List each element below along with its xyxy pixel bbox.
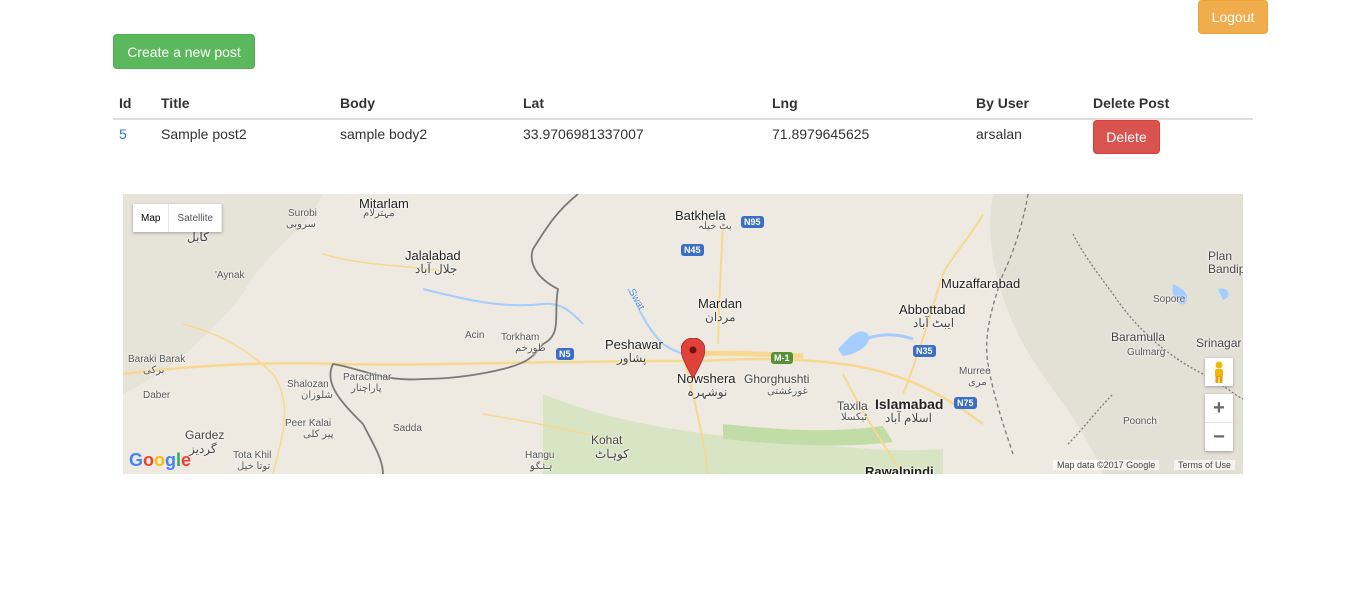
map-label-hangu-ur: ہنگو: [529, 461, 553, 472]
map-label-murree: Murree: [959, 366, 991, 377]
create-post-button[interactable]: Create a new post: [113, 34, 255, 69]
map-label-taxila: Taxila: [837, 399, 868, 413]
column-header-id: Id: [113, 88, 155, 120]
column-header-body: Body: [334, 88, 517, 120]
map-label-jalalabad-ur: جلال آباد: [415, 262, 458, 276]
map-label-gardez-ur: گردیز: [189, 442, 217, 456]
logout-button[interactable]: Logout: [1198, 0, 1268, 34]
post-delete-cell: Delete: [1087, 119, 1253, 160]
map-label-abbottabad-ur: ایبٹ آباد: [913, 316, 955, 330]
map-label-ghorghushti: Ghorghushti: [744, 372, 810, 386]
map-type-map-button[interactable]: Map: [133, 204, 170, 232]
map-label-peer-kalai-ur: پیر کلی: [303, 429, 334, 440]
post-user: arsalan: [976, 126, 1022, 142]
delete-button[interactable]: Delete: [1093, 120, 1160, 154]
map-label-baraki-barak: Baraki Barak: [128, 354, 186, 365]
road-shield-m1: M-1: [771, 352, 793, 364]
map-label-abbottabad: Abbottabad: [899, 302, 966, 317]
map-view[interactable]: Mitarlam مہترلام Batkhela بٹ خیلہ Surobi…: [123, 194, 1243, 474]
map-label-aynak: 'Aynak: [215, 270, 245, 281]
post-lat: 33.9706981337007: [523, 126, 644, 142]
map-label-plan-bandipora: Plan Bandipora: [1208, 249, 1243, 276]
map-label-ghorghushti-ur: غورغشتی: [767, 386, 808, 397]
post-id-link[interactable]: 5: [113, 119, 155, 160]
post-body: sample body2: [340, 126, 428, 142]
map-type-control: Map Satellite: [133, 204, 223, 232]
road-shield-n95: N95: [741, 216, 764, 228]
map-label-gulmarg: Gulmarg: [1127, 347, 1166, 358]
map-type-satellite-button[interactable]: Satellite: [169, 204, 223, 232]
map-label-tota-khil-ur: توتا خیل: [237, 461, 271, 472]
map-label-poonch: Poonch: [1123, 416, 1157, 427]
map-label-mitarlam-ur: مہترلام: [363, 208, 395, 219]
map-label-mardan: Mardan: [698, 296, 743, 311]
map-label-mardan-ur: مردان: [705, 310, 736, 324]
table-row: 5 Sample post2 sample body2 33.970698133…: [113, 119, 1253, 160]
map-label-shalozan-ur: شلوزان: [301, 390, 333, 401]
map-label-peer-kalai: Peer Kalai: [285, 418, 332, 429]
zoom-in-button[interactable]: +: [1205, 394, 1233, 422]
map-label-surobi-ur: سروبی: [286, 219, 316, 230]
map-base-layer: [123, 194, 1243, 474]
map-label-srinagar: Srinagar: [1196, 336, 1242, 350]
map-label-torkham-ur: طورخم: [515, 343, 546, 354]
map-label-kohat-ur: کوہاٹ: [595, 447, 629, 461]
map-label-acin: Acin: [465, 330, 485, 341]
map-label-parachinar: Parachinar: [343, 372, 392, 383]
map-label-muzaffarabad: Muzaffarabad: [941, 276, 1021, 291]
column-header-user: By User: [970, 88, 1087, 120]
google-logo: Google: [129, 450, 192, 470]
map-label-sadda: Sadda: [393, 423, 422, 434]
column-header-title: Title: [155, 88, 334, 120]
column-header-lat: Lat: [517, 88, 766, 120]
map-label-rawalpindi: Rawalpindi: [865, 464, 934, 474]
map-label-sopore: Sopore: [1153, 294, 1186, 305]
map-label-kabul-ur: کابل: [187, 230, 209, 244]
map-label-shalozan: Shalozan: [287, 379, 329, 390]
map-label-gardez: Gardez: [185, 428, 225, 442]
road-shield-n75: N75: [954, 397, 977, 409]
column-header-lng: Lng: [766, 88, 970, 120]
map-marker-icon[interactable]: [681, 338, 705, 378]
map-label-hangu: Hangu: [525, 450, 555, 461]
map-label-parachinar-ur: پاراچنار: [351, 383, 382, 394]
map-label-taxila-ur: ٹیکسلا: [841, 412, 868, 423]
map-label-torkham: Torkham: [501, 332, 540, 343]
map-label-murree-ur: مری: [968, 377, 987, 388]
posts-table: Id Title Body Lat Lng By User Delete Pos…: [113, 88, 1253, 160]
map-label-peshawar-ur: پشاور: [617, 351, 647, 365]
column-header-delete: Delete Post: [1087, 88, 1253, 120]
map-label-islamabad-ur: اسلام آباد: [885, 411, 932, 425]
post-title: Sample post2: [161, 126, 247, 142]
road-shield-n45: N45: [681, 244, 704, 256]
map-label-daber: Daber: [143, 390, 171, 401]
map-label-peshawar: Peshawar: [605, 337, 663, 352]
map-attribution: Map data ©2017 Google: [1053, 460, 1160, 470]
terms-of-use-link[interactable]: Terms of Use: [1174, 460, 1236, 470]
zoom-control: + −: [1205, 394, 1233, 451]
map-label-baramulla: Baramulla: [1111, 330, 1166, 344]
map-label-islamabad: Islamabad: [875, 396, 944, 412]
road-shield-n35: N35: [913, 345, 936, 357]
zoom-out-button[interactable]: −: [1205, 422, 1233, 451]
post-lng: 71.8979645625: [772, 126, 870, 142]
map-label-baraki-ur: برکی: [143, 365, 165, 376]
map-label-batkhela-ur: بٹ خیلہ: [698, 221, 732, 232]
map-label-nowshera-ur: نوشہرہ: [687, 385, 728, 399]
table-header-row: Id Title Body Lat Lng By User Delete Pos…: [113, 88, 1253, 120]
street-view-pegman-icon[interactable]: [1205, 358, 1233, 386]
map-label-tota-khil: Tota Khil: [233, 450, 272, 461]
map-label-jalalabad: Jalalabad: [405, 248, 461, 263]
road-shield-n5: N5: [556, 348, 574, 360]
map-label-surobi: Surobi: [288, 208, 317, 219]
map-label-kohat: Kohat: [591, 433, 623, 447]
